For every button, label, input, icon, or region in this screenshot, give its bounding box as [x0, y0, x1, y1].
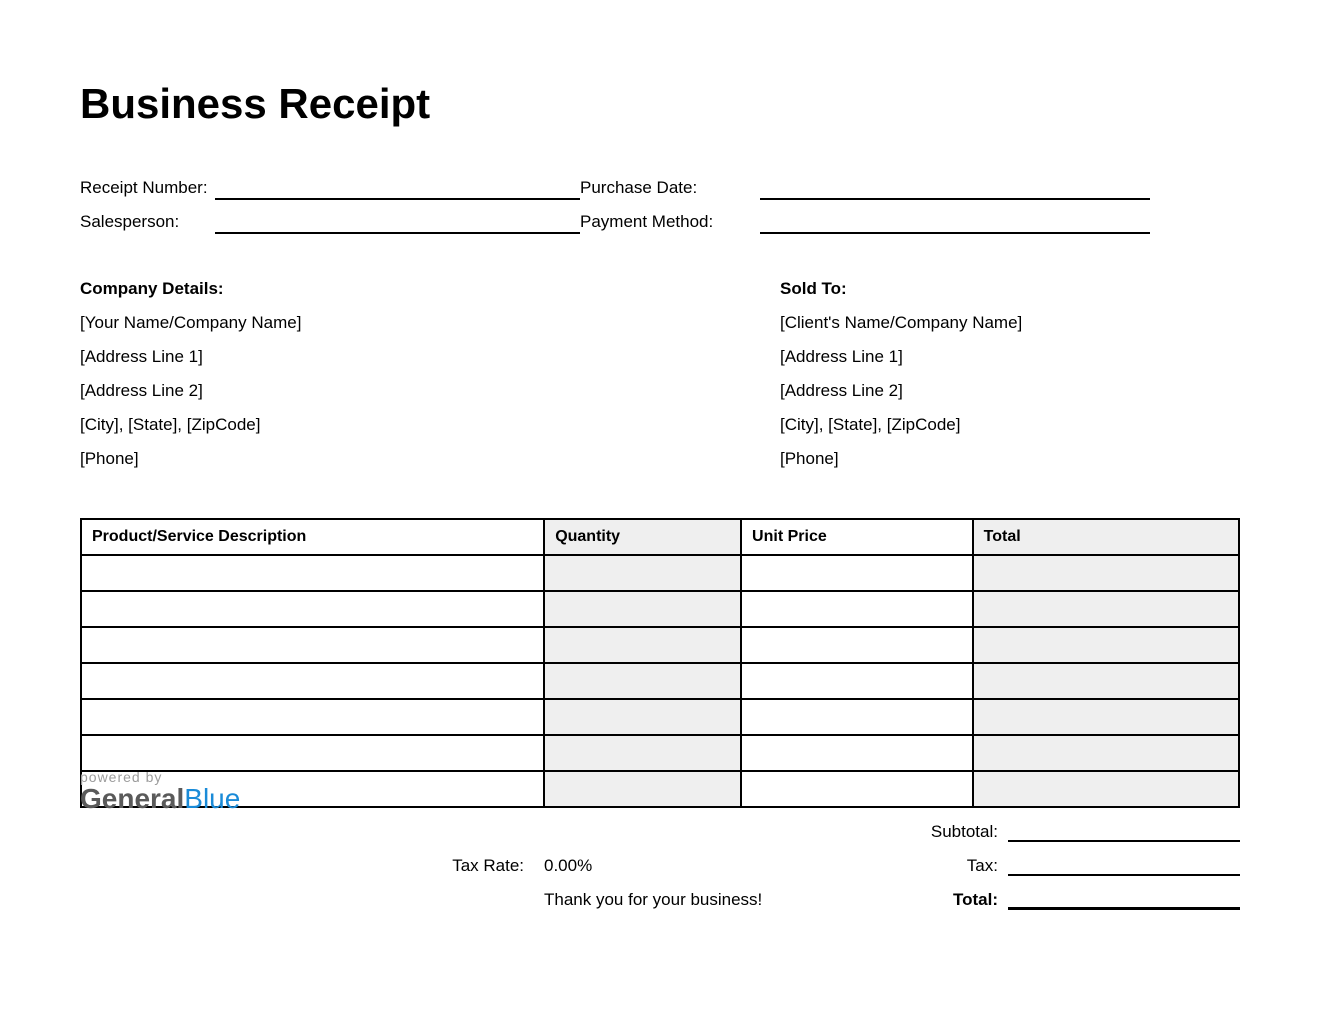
- payment-method-label: Payment Method:: [580, 212, 760, 234]
- cell-desc[interactable]: [81, 699, 544, 735]
- col-header-description: Product/Service Description: [81, 519, 544, 555]
- receipt-number-label: Receipt Number:: [80, 178, 215, 200]
- cell-unit[interactable]: [741, 771, 973, 807]
- soldto-city: [City], [State], [ZipCode]: [780, 415, 1240, 435]
- subtotal-label: Subtotal:: [741, 822, 1008, 842]
- cell-desc[interactable]: [81, 735, 544, 771]
- cell-qty[interactable]: [544, 627, 741, 663]
- company-details-heading: Company Details:: [80, 279, 720, 299]
- cell-total[interactable]: [973, 699, 1239, 735]
- cell-qty[interactable]: [544, 555, 741, 591]
- cell-qty[interactable]: [544, 699, 741, 735]
- footer-brand: powered by GeneralBlue: [80, 769, 240, 815]
- cell-total[interactable]: [973, 735, 1239, 771]
- total-label: Total:: [892, 890, 1008, 910]
- tax-rate-value: 0.00%: [544, 856, 741, 876]
- cell-unit[interactable]: [741, 735, 973, 771]
- cell-total[interactable]: [973, 627, 1239, 663]
- cell-total[interactable]: [973, 591, 1239, 627]
- payment-method-field[interactable]: [760, 212, 1150, 234]
- cell-unit[interactable]: [741, 699, 973, 735]
- cell-desc[interactable]: [81, 591, 544, 627]
- cell-desc[interactable]: [81, 627, 544, 663]
- cell-unit[interactable]: [741, 591, 973, 627]
- company-addr2: [Address Line 2]: [80, 381, 720, 401]
- sold-to-heading: Sold To:: [780, 279, 1240, 299]
- company-name: [Your Name/Company Name]: [80, 313, 720, 333]
- soldto-name: [Client's Name/Company Name]: [780, 313, 1240, 333]
- tax-rate-label: Tax Rate:: [80, 856, 544, 876]
- tax-field[interactable]: [1008, 852, 1240, 876]
- items-table: Product/Service Description Quantity Uni…: [80, 518, 1240, 808]
- receipt-number-field[interactable]: [215, 178, 580, 200]
- subtotal-field[interactable]: [1008, 818, 1240, 842]
- total-field[interactable]: [1008, 886, 1240, 910]
- purchase-date-label: Purchase Date:: [580, 178, 760, 200]
- soldto-phone: [Phone]: [780, 449, 1240, 469]
- cell-total[interactable]: [973, 663, 1239, 699]
- company-city: [City], [State], [ZipCode]: [80, 415, 720, 435]
- col-header-unit-price: Unit Price: [741, 519, 973, 555]
- cell-total[interactable]: [973, 555, 1239, 591]
- salesperson-field[interactable]: [215, 212, 580, 234]
- cell-qty[interactable]: [544, 771, 741, 807]
- salesperson-label: Salesperson:: [80, 212, 215, 234]
- soldto-addr2: [Address Line 2]: [780, 381, 1240, 401]
- soldto-addr1: [Address Line 1]: [780, 347, 1240, 367]
- company-addr1: [Address Line 1]: [80, 347, 720, 367]
- cell-qty[interactable]: [544, 591, 741, 627]
- cell-total[interactable]: [973, 771, 1239, 807]
- cell-qty[interactable]: [544, 663, 741, 699]
- col-header-quantity: Quantity: [544, 519, 741, 555]
- cell-desc[interactable]: [81, 663, 544, 699]
- cell-qty[interactable]: [544, 735, 741, 771]
- company-phone: [Phone]: [80, 449, 720, 469]
- page-title: Business Receipt: [80, 80, 1240, 128]
- cell-unit[interactable]: [741, 627, 973, 663]
- col-header-total: Total: [973, 519, 1239, 555]
- thank-you-text: Thank you for your business!: [544, 890, 892, 910]
- cell-unit[interactable]: [741, 663, 973, 699]
- cell-desc[interactable]: [81, 555, 544, 591]
- tax-label: Tax:: [741, 856, 1008, 876]
- footer-general-text: General: [80, 783, 184, 814]
- purchase-date-field[interactable]: [760, 178, 1150, 200]
- footer-blue-text: Blue: [184, 783, 240, 814]
- cell-unit[interactable]: [741, 555, 973, 591]
